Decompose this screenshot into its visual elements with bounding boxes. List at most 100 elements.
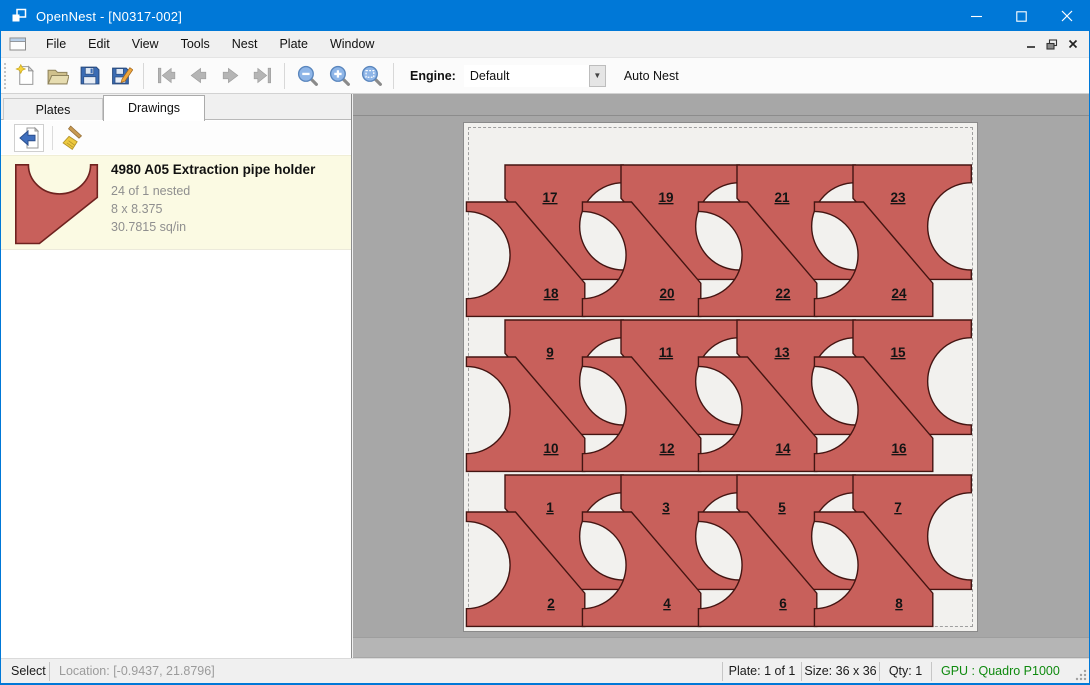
- maximize-button[interactable]: [999, 1, 1044, 31]
- status-size: Size: 36 x 36: [802, 659, 879, 684]
- toolbar-separator: [393, 63, 394, 89]
- toolbar-grip[interactable]: [4, 63, 9, 89]
- canvas-horizontal-scrollbar[interactable]: [353, 637, 1089, 657]
- part-number-label: 3: [662, 500, 670, 515]
- part-number-label: 11: [659, 345, 674, 360]
- mdi-close-button[interactable]: [1062, 35, 1083, 53]
- save-button[interactable]: [74, 61, 104, 91]
- menu-tools[interactable]: Tools: [170, 33, 221, 55]
- last-plate-button[interactable]: [247, 61, 277, 91]
- mdi-restore-icon: [1046, 39, 1058, 50]
- drawing-list-item[interactable]: 4980 A05 Extraction pipe holder 24 of 1 …: [1, 155, 351, 250]
- drawing-title: 4980 A05 Extraction pipe holder: [111, 162, 315, 177]
- menu-edit[interactable]: Edit: [77, 33, 121, 55]
- open-folder-icon: [46, 64, 69, 87]
- zoom-out-icon: [296, 64, 319, 87]
- engine-value: Default: [470, 69, 510, 83]
- canvas-top-divider: [353, 115, 1089, 116]
- part-number-label: 22: [775, 286, 790, 301]
- part-number-label: 10: [543, 441, 558, 456]
- part-thumbnail: [15, 163, 99, 245]
- part-number-label: 18: [543, 286, 559, 301]
- next-plate-button[interactable]: [215, 61, 245, 91]
- go-previous-icon: [187, 64, 210, 87]
- part-number-label: 13: [774, 345, 790, 360]
- drawings-panel: Plates Drawings: [1, 94, 352, 658]
- chevron-down-icon: ▼: [593, 71, 601, 80]
- status-separator: [931, 662, 932, 681]
- zoom-in-button[interactable]: [324, 61, 354, 91]
- minimize-button[interactable]: [954, 1, 999, 31]
- opennest-window: OpenNest - [N0317-002] File Edit View To…: [0, 0, 1090, 685]
- toolbar-separator: [143, 63, 144, 89]
- mdi-minimize-button[interactable]: [1020, 35, 1041, 53]
- window-title: OpenNest - [N0317-002]: [36, 9, 182, 24]
- drawing-area: 30.7815 sq/in: [111, 218, 315, 236]
- menu-file[interactable]: File: [35, 33, 77, 55]
- engine-select[interactable]: Default: [464, 65, 589, 87]
- part-number-label: 20: [659, 286, 674, 301]
- drawing-nested-count: 24 of 1 nested: [111, 182, 315, 200]
- main-toolbar: Engine: Default ▼ Auto Nest: [1, 57, 1089, 94]
- mdi-minimize-icon: [1026, 39, 1036, 49]
- save-icon: [78, 64, 101, 87]
- zoom-in-icon: [328, 64, 351, 87]
- menu-window[interactable]: Window: [319, 33, 385, 55]
- panel-toolbar: [1, 121, 351, 154]
- part-number-label: 4: [663, 596, 671, 611]
- part-number-label: 1: [546, 500, 554, 515]
- part-number-label: 23: [890, 190, 906, 205]
- status-plate: Plate: 1 of 1: [723, 659, 801, 684]
- menu-plate[interactable]: Plate: [268, 33, 319, 55]
- toolbar-separator: [284, 63, 285, 89]
- part-number-label: 5: [778, 500, 786, 515]
- mdi-window-controls: [1020, 31, 1083, 57]
- new-document-icon: [14, 64, 37, 87]
- document-window-icon[interactable]: [9, 36, 27, 52]
- maximize-icon: [1016, 11, 1027, 22]
- title-bar[interactable]: OpenNest - [N0317-002]: [1, 1, 1089, 31]
- nested-parts-layer: 171819202122232491011121314151612345678: [464, 123, 979, 633]
- first-plate-button[interactable]: [151, 61, 181, 91]
- resize-grip[interactable]: [1074, 668, 1087, 681]
- panel-toolbar-separator: [52, 126, 53, 150]
- save-as-button[interactable]: [106, 61, 136, 91]
- import-drawing-button[interactable]: [14, 124, 44, 152]
- open-button[interactable]: [42, 61, 72, 91]
- engine-label: Engine:: [410, 69, 456, 83]
- part-number-label: 21: [774, 190, 790, 205]
- window-bottom-border: [1, 683, 1089, 684]
- nest-canvas[interactable]: 171819202122232491011121314151612345678: [353, 94, 1089, 658]
- plate[interactable]: 171819202122232491011121314151612345678: [463, 122, 978, 632]
- engine-dropdown-button[interactable]: ▼: [589, 65, 606, 87]
- menu-view[interactable]: View: [121, 33, 170, 55]
- part-number-label: 6: [779, 596, 787, 611]
- part-number-label: 9: [546, 345, 554, 360]
- previous-plate-button[interactable]: [183, 61, 213, 91]
- part-number-label: 2: [547, 596, 555, 611]
- part-number-label: 19: [658, 190, 673, 205]
- clean-button[interactable]: [61, 124, 89, 152]
- status-location: Location: [-0.9437, 21.8796]: [59, 659, 215, 684]
- app-icon: [11, 8, 27, 24]
- mdi-restore-button[interactable]: [1041, 35, 1062, 53]
- drawing-size: 8 x 8.375: [111, 200, 315, 218]
- zoom-extents-icon: [360, 64, 383, 87]
- part-number-label: 24: [891, 286, 907, 301]
- zoom-extents-button[interactable]: [356, 61, 386, 91]
- new-button[interactable]: [10, 61, 40, 91]
- menu-nest[interactable]: Nest: [221, 33, 269, 55]
- panel-tab-strip: Plates Drawings: [1, 94, 351, 120]
- auto-nest-button[interactable]: Auto Nest: [618, 65, 685, 87]
- minimize-icon: [971, 11, 982, 22]
- content-area: Plates Drawings: [1, 94, 1089, 658]
- part-number-label: 8: [895, 596, 903, 611]
- tab-plates[interactable]: Plates: [3, 98, 103, 120]
- mdi-close-icon: [1068, 39, 1078, 49]
- menu-bar: File Edit View Tools Nest Plate Window: [1, 31, 1089, 57]
- part-number-label: 15: [890, 345, 906, 360]
- status-gpu: GPU : Quadro P1000: [941, 659, 1060, 684]
- tab-drawings[interactable]: Drawings: [103, 95, 205, 121]
- close-button[interactable]: [1044, 1, 1089, 31]
- zoom-out-button[interactable]: [292, 61, 322, 91]
